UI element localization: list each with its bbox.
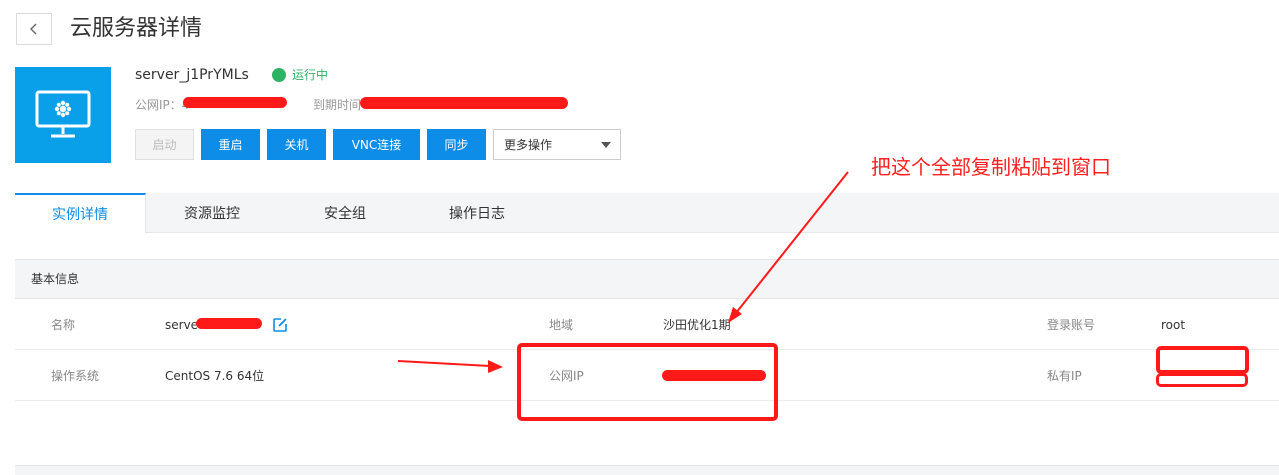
chevron-left-icon (30, 23, 37, 35)
status-badge: 运行中 (272, 67, 328, 83)
private-ip-label: 私有IP (1047, 369, 1082, 383)
section-footer-band (15, 465, 1279, 475)
expire-label: 到期时间 (313, 98, 362, 112)
redaction-mark (183, 97, 287, 108)
start-button[interactable]: 启动 (135, 129, 194, 160)
server-monitor-icon (15, 67, 111, 163)
tab-operation-log[interactable]: 操作日志 (412, 193, 542, 233)
annotation-highlight-box (517, 343, 778, 421)
name-value: serve (165, 318, 199, 332)
public-ip-label: 公网IP：4 (135, 98, 190, 112)
tab-security-group[interactable]: 安全组 (280, 193, 410, 233)
region-value: 沙田优化1期 (663, 318, 731, 332)
back-button[interactable] (16, 13, 52, 45)
shutdown-button[interactable]: 关机 (267, 129, 326, 160)
status-text: 运行中 (292, 68, 329, 82)
status-dot-icon (272, 68, 286, 82)
name-label: 名称 (51, 318, 76, 332)
redaction-mark (360, 97, 568, 109)
server-name: server_j1PrYMLs (135, 67, 249, 83)
caret-down-icon (601, 141, 611, 148)
section-title: 基本信息 (31, 272, 80, 286)
redaction-mark (196, 318, 262, 329)
tab-resource-monitor[interactable]: 资源监控 (146, 193, 278, 233)
annotation-highlight-box (1156, 346, 1249, 374)
os-value: CentOS 7.6 64位 (165, 369, 265, 383)
page-title: 云服务器详情 (70, 16, 203, 41)
tab-instance-details[interactable]: 实例详情 (15, 193, 146, 233)
more-actions-label: 更多操作 (504, 138, 553, 152)
edit-icon[interactable] (272, 317, 288, 333)
vnc-connect-button[interactable]: VNC连接 (333, 129, 420, 160)
region-label: 地域 (549, 318, 574, 332)
annotation-text: 把这个全部复制粘贴到窗口 (871, 155, 1111, 179)
more-actions-select[interactable]: 更多操作 (493, 129, 621, 160)
login-account-label: 登录账号 (1047, 318, 1096, 332)
sync-button[interactable]: 同步 (427, 129, 486, 160)
login-account-value: root (1161, 318, 1186, 332)
annotation-highlight-box (1156, 373, 1248, 387)
basic-info-header (15, 259, 1279, 299)
restart-button[interactable]: 重启 (201, 129, 260, 160)
os-label: 操作系统 (51, 369, 100, 383)
